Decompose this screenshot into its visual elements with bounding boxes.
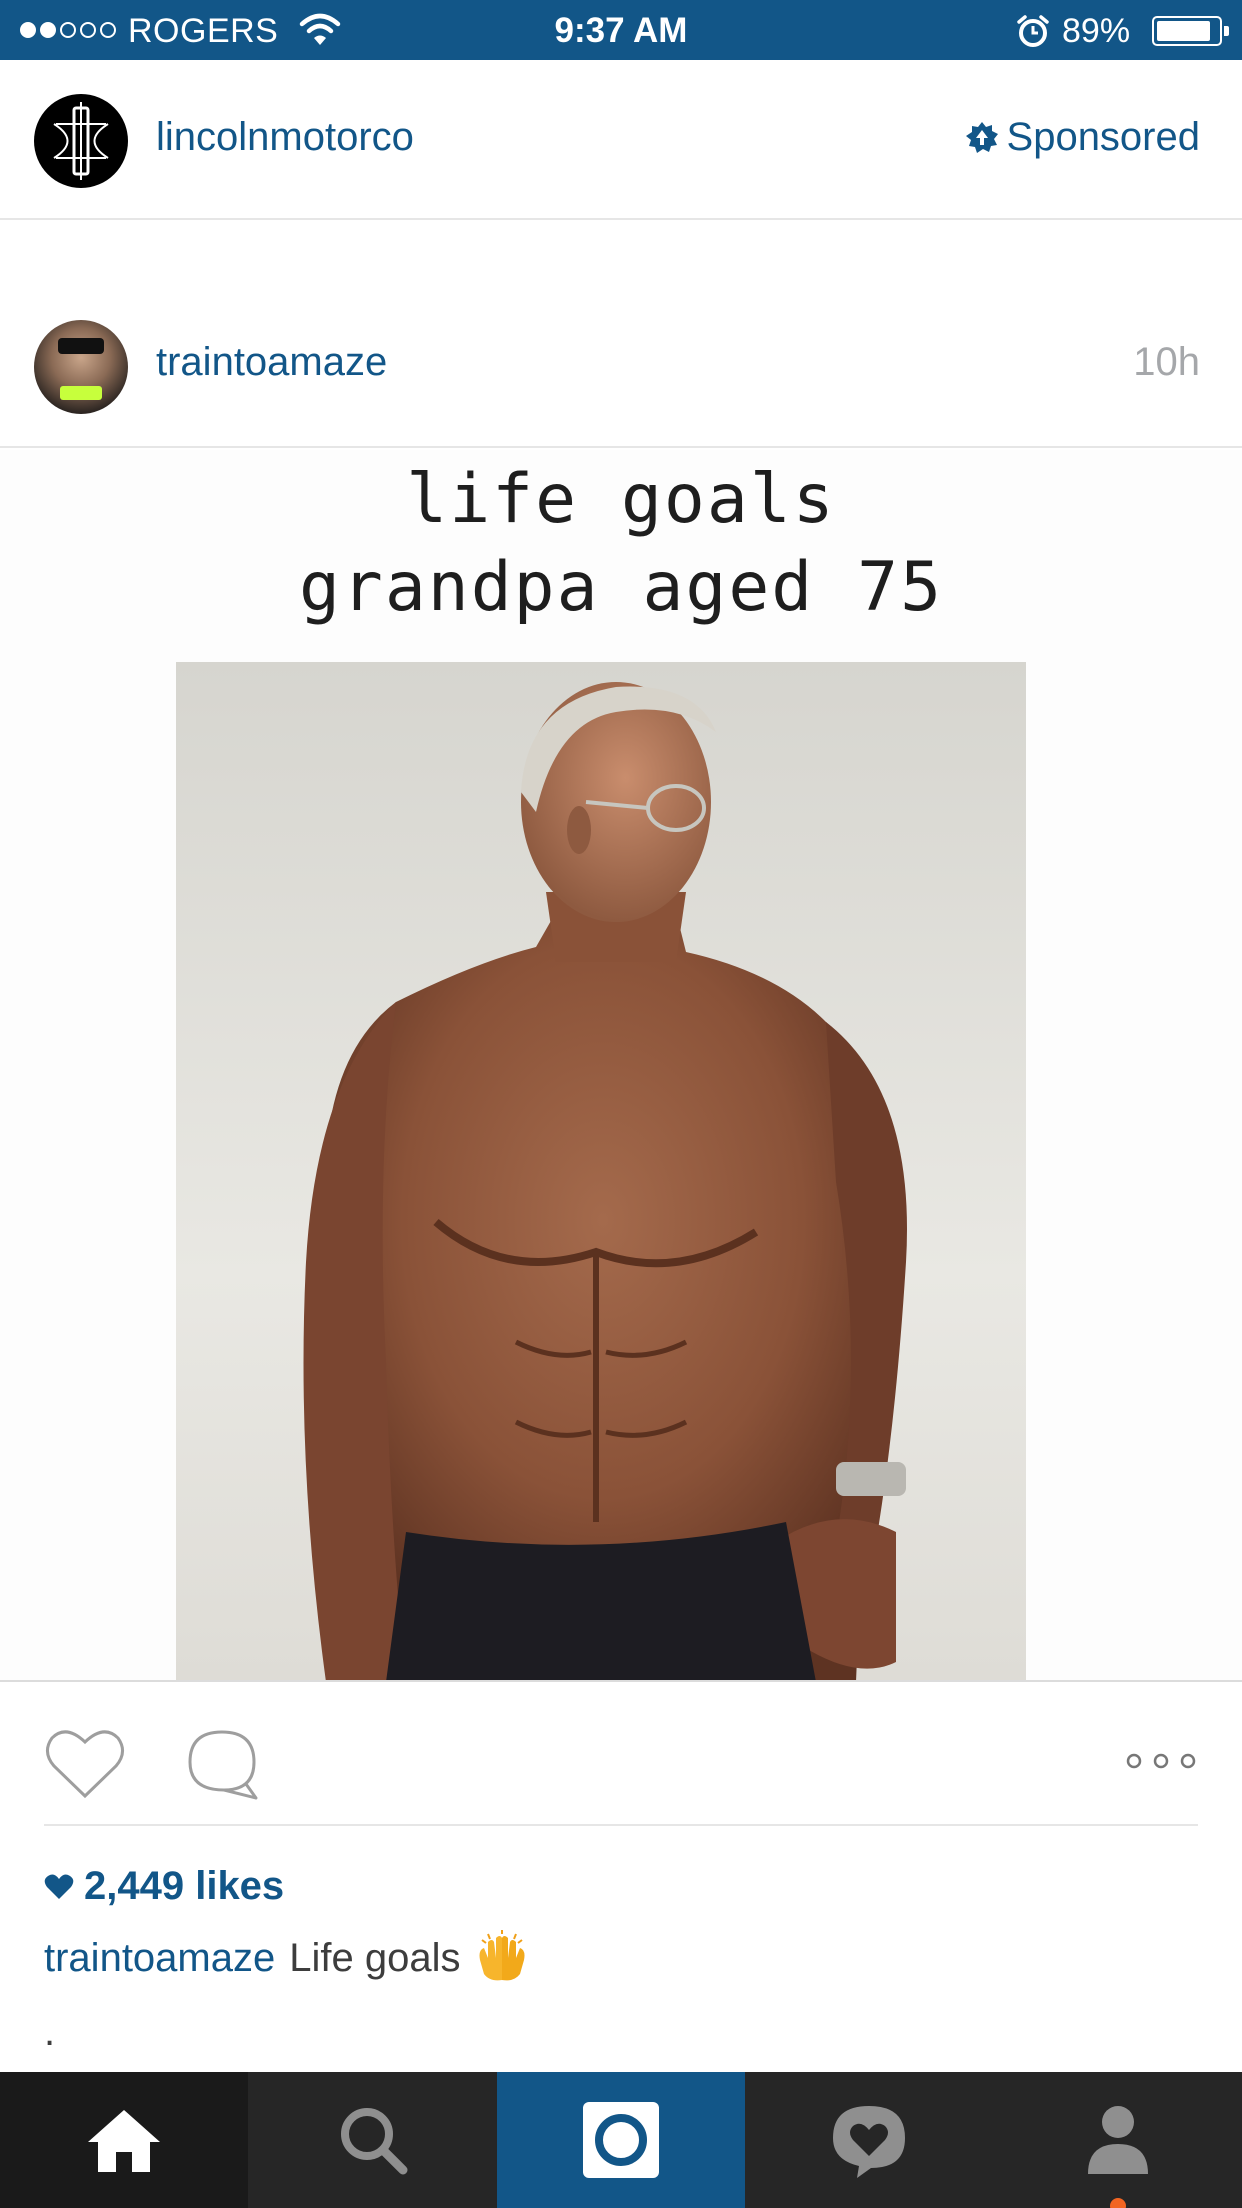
grandpa-photo bbox=[176, 662, 1026, 1680]
traintoamaze-avatar[interactable] bbox=[34, 320, 128, 414]
sponsored-badge-icon bbox=[965, 121, 998, 153]
filled-heart-icon bbox=[44, 1874, 74, 1899]
sponsored-label: Sponsored bbox=[1006, 115, 1200, 159]
image-text-line-1: life goals bbox=[406, 460, 836, 539]
post-actions bbox=[44, 1716, 1198, 1826]
status-bar: ROGERS 9:37 AM 89% bbox=[0, 0, 1242, 60]
tab-home[interactable] bbox=[0, 2072, 249, 2208]
battery-nub bbox=[1224, 26, 1229, 36]
post-caption: traintoamaze Life goals bbox=[44, 1930, 530, 1986]
lincoln-logo-avatar[interactable] bbox=[34, 94, 128, 188]
sponsor-username[interactable]: lincolnmotorco bbox=[156, 115, 414, 160]
post-timestamp: 10h bbox=[1133, 340, 1200, 384]
camera-icon bbox=[582, 2102, 659, 2178]
sponsored-header: lincolnmotorco Sponsored bbox=[0, 60, 1242, 220]
shirtless-grandpa-illustration bbox=[303, 682, 907, 1680]
tab-camera[interactable] bbox=[496, 2072, 746, 2208]
like-heart-icon[interactable] bbox=[44, 1726, 126, 1802]
image-text-line-2: grandpa aged 75 bbox=[298, 548, 944, 627]
notification-dot bbox=[1109, 2198, 1126, 2208]
home-icon bbox=[88, 2110, 161, 2172]
search-icon bbox=[340, 2108, 408, 2175]
post-username[interactable]: traintoamaze bbox=[156, 340, 387, 385]
comment-bubble-icon[interactable] bbox=[182, 1726, 262, 1802]
battery-icon bbox=[1152, 16, 1222, 46]
lincoln-star-icon bbox=[53, 102, 109, 180]
tab-activity[interactable] bbox=[745, 2072, 993, 2208]
tab-search[interactable] bbox=[248, 2072, 496, 2208]
raising-hands-emoji-icon bbox=[479, 1930, 525, 1981]
alarm-icon bbox=[1017, 15, 1049, 47]
tab-profile[interactable] bbox=[994, 2072, 1242, 2208]
battery-percent: 89% bbox=[1062, 12, 1131, 50]
likes-count[interactable]: 2,449 likes bbox=[44, 1864, 284, 1909]
caption-username[interactable]: traintoamaze bbox=[44, 1936, 275, 1981]
clock: 9:37 AM bbox=[554, 11, 688, 50]
tab-bar bbox=[0, 2072, 1242, 2208]
more-options-icon[interactable] bbox=[1124, 1746, 1198, 1776]
post-image[interactable]: life goals grandpa aged 75 bbox=[0, 450, 1242, 1682]
caption-text: Life goals bbox=[289, 1935, 461, 1980]
likes-label: 2,449 likes bbox=[84, 1864, 285, 1908]
post-header: traintoamaze 10h bbox=[0, 270, 1242, 448]
caption-trailing-text: . bbox=[44, 2010, 56, 2054]
activity-icon bbox=[833, 2106, 906, 2178]
sponsored-link[interactable]: Sponsored bbox=[965, 115, 1200, 160]
profile-icon bbox=[1087, 2106, 1148, 2174]
